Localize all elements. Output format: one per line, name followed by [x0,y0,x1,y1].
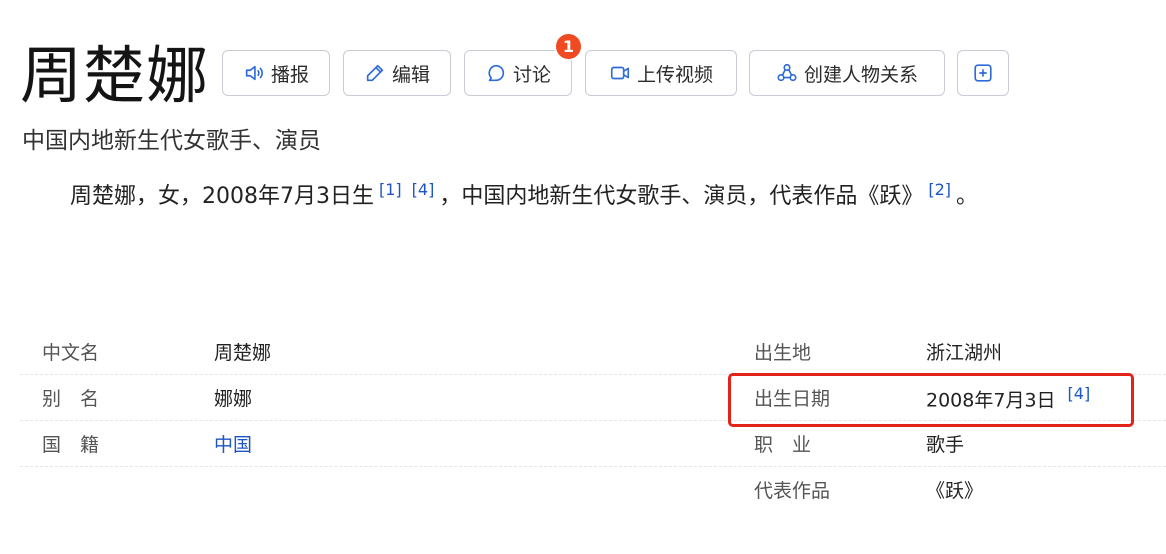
infobox-value-chinese-name: 周楚娜 [214,342,272,364]
citation-link[interactable]: [2] [928,180,951,199]
page-subtitle: 中国内地新生代女歌手、演员 [22,128,321,154]
people-relation-icon [777,63,797,82]
summary-text: 周楚娜，女，2008年7月3日生 [70,184,374,209]
discuss-count-badge: 1 [554,32,583,61]
discuss-button[interactable]: 讨论 [464,50,572,96]
infobox-value-alias: 娜娜 [214,388,253,410]
speaker-icon [245,65,263,81]
infobox-label-alias: 别 名 [42,388,100,410]
report-label: 播报 [270,63,309,86]
infobox-label-birthplace: 出生地 [754,342,812,364]
pencil-icon [366,64,384,82]
infobox-value-birthplace: 浙江湖州 [926,342,1003,364]
edit-label: 编辑 [391,63,430,86]
birthdate-highlight-box [728,373,1134,427]
summary-paragraph: 周楚娜，女，2008年7月3日生 [1] [4] ，中国内地新生代女歌手、演员，代表作… [70,178,978,210]
create-relation-button[interactable]: 创建人物关系 [749,50,945,96]
upload-video-button[interactable]: 上传视频 [585,50,737,96]
infobox-value-occupation: 歌手 [926,434,965,456]
video-camera-icon [610,66,630,80]
upload-video-label: 上传视频 [636,63,713,86]
edit-button[interactable]: 编辑 [343,50,451,96]
infobox-label-nationality: 国 籍 [42,434,100,456]
infobox-label-representative-works: 代表作品 [754,480,831,502]
citation-link[interactable]: [4] [412,180,435,199]
infobox-value-nationality-link[interactable]: 中国 [214,430,252,457]
infobox-label-occupation: 职 业 [754,434,812,456]
page-title: 周楚娜 [20,39,210,112]
add-button[interactable] [957,50,1009,96]
chat-bubble-icon [488,64,505,82]
infobox-value-representative-works: 《跃》 [926,480,984,502]
report-button[interactable]: 播报 [222,50,330,96]
citation-link[interactable]: [1] [379,180,402,199]
row-divider [20,466,1166,467]
summary-text: 。 [956,184,979,209]
create-relation-label: 创建人物关系 [803,63,918,86]
discuss-label: 讨论 [512,63,551,86]
infobox-label-chinese-name: 中文名 [42,342,100,364]
summary-text: ，中国内地新生代女歌手、演员，代表作品《跃》 [439,184,924,209]
plus-square-icon [974,64,992,82]
